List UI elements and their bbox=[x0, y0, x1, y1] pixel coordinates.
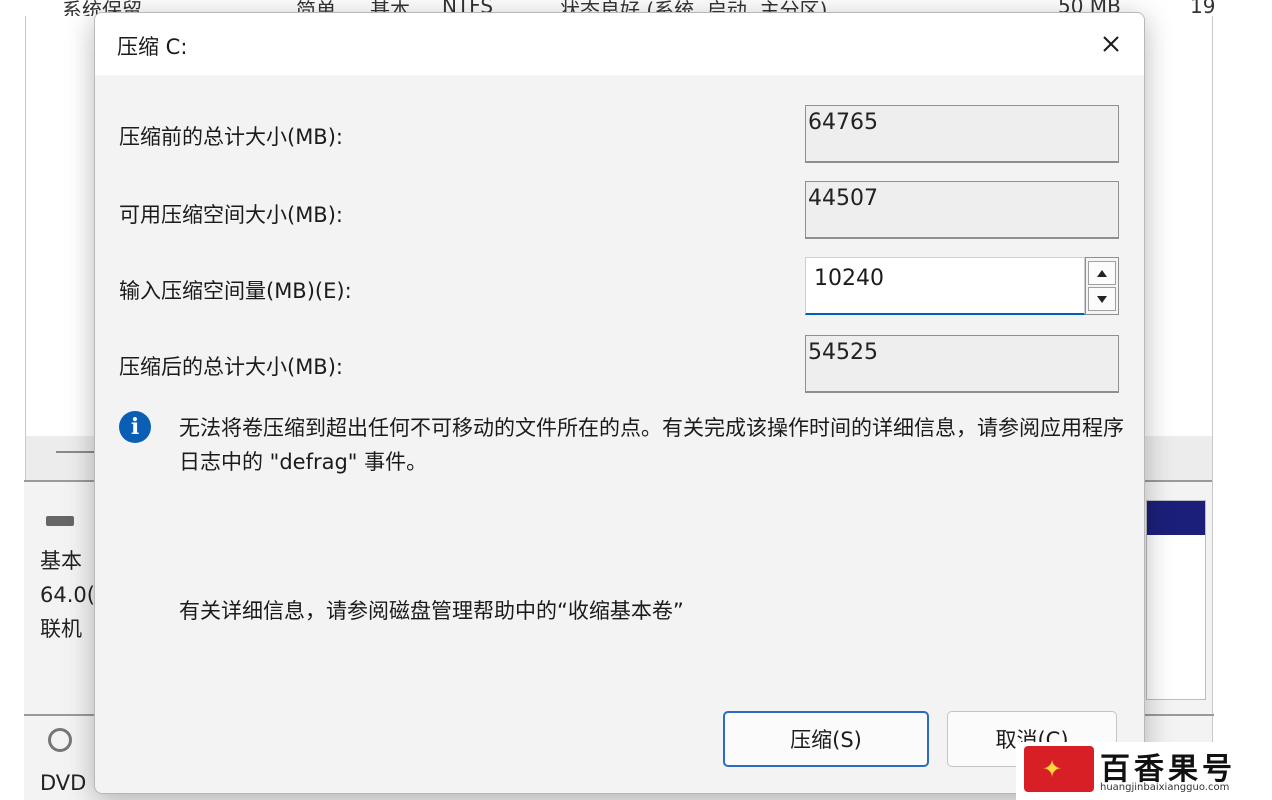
increment-button[interactable] bbox=[1088, 261, 1116, 285]
background-right-panel bbox=[1212, 16, 1272, 800]
watermark-url: huangjinbaixiangguo.com bbox=[1100, 782, 1230, 793]
close-icon bbox=[1103, 36, 1119, 52]
shrink-amount-input[interactable]: 10240 bbox=[805, 257, 1085, 315]
arrow-down-icon bbox=[1097, 295, 1107, 303]
arrow-up-icon bbox=[1097, 269, 1107, 277]
watermark: ✦ 百香果号 huangjinbaixiangguo.com bbox=[1016, 742, 1272, 800]
background-left-panel bbox=[0, 16, 26, 800]
dialog-title: 压缩 C: bbox=[117, 35, 188, 59]
close-button[interactable] bbox=[1094, 27, 1128, 61]
shrink-dialog: 压缩 C: 压缩前的总计大小(MB): 64765 可用压缩空间大小(MB): … bbox=[94, 12, 1145, 794]
total-after-label: 压缩后的总计大小(MB): bbox=[119, 355, 343, 379]
dialog-titlebar[interactable]: 压缩 C: bbox=[95, 13, 1144, 75]
shrink-amount-label: 输入压缩空间量(MB)(E): bbox=[119, 279, 352, 303]
hard-disk-icon bbox=[46, 516, 74, 526]
disk0-state: 联机 bbox=[40, 617, 82, 641]
disk0-size: 64.0( bbox=[40, 583, 95, 607]
shrink-button[interactable]: 压缩(S) bbox=[723, 711, 929, 767]
total-before-value: 64765 bbox=[805, 105, 1119, 163]
decrement-button[interactable] bbox=[1088, 287, 1116, 311]
volume-free: 19 bbox=[1190, 0, 1216, 16]
dvd-label: DVD bbox=[40, 771, 87, 795]
background-divider bbox=[56, 451, 96, 453]
info-icon: i bbox=[119, 411, 151, 443]
info-message: 无法将卷压缩到超出任何不可移动的文件所在的点。有关完成该操作时间的详细信息，请参… bbox=[179, 416, 1124, 474]
disk0-kind: 基本 bbox=[40, 549, 82, 573]
watermark-logo: ✦ bbox=[1024, 746, 1094, 792]
total-after-value: 54525 bbox=[805, 335, 1119, 393]
dvd-icon bbox=[48, 728, 72, 752]
shrink-amount-stepper bbox=[1085, 257, 1119, 315]
star-icon: ✦ bbox=[1042, 755, 1063, 783]
available-space-label: 可用压缩空间大小(MB): bbox=[119, 203, 343, 227]
available-space-value: 44507 bbox=[805, 181, 1119, 239]
total-before-label: 压缩前的总计大小(MB): bbox=[119, 125, 343, 149]
partition-block[interactable] bbox=[1146, 500, 1206, 700]
help-message: 有关详细信息，请参阅磁盘管理帮助中的“收缩基本卷” bbox=[179, 599, 684, 623]
